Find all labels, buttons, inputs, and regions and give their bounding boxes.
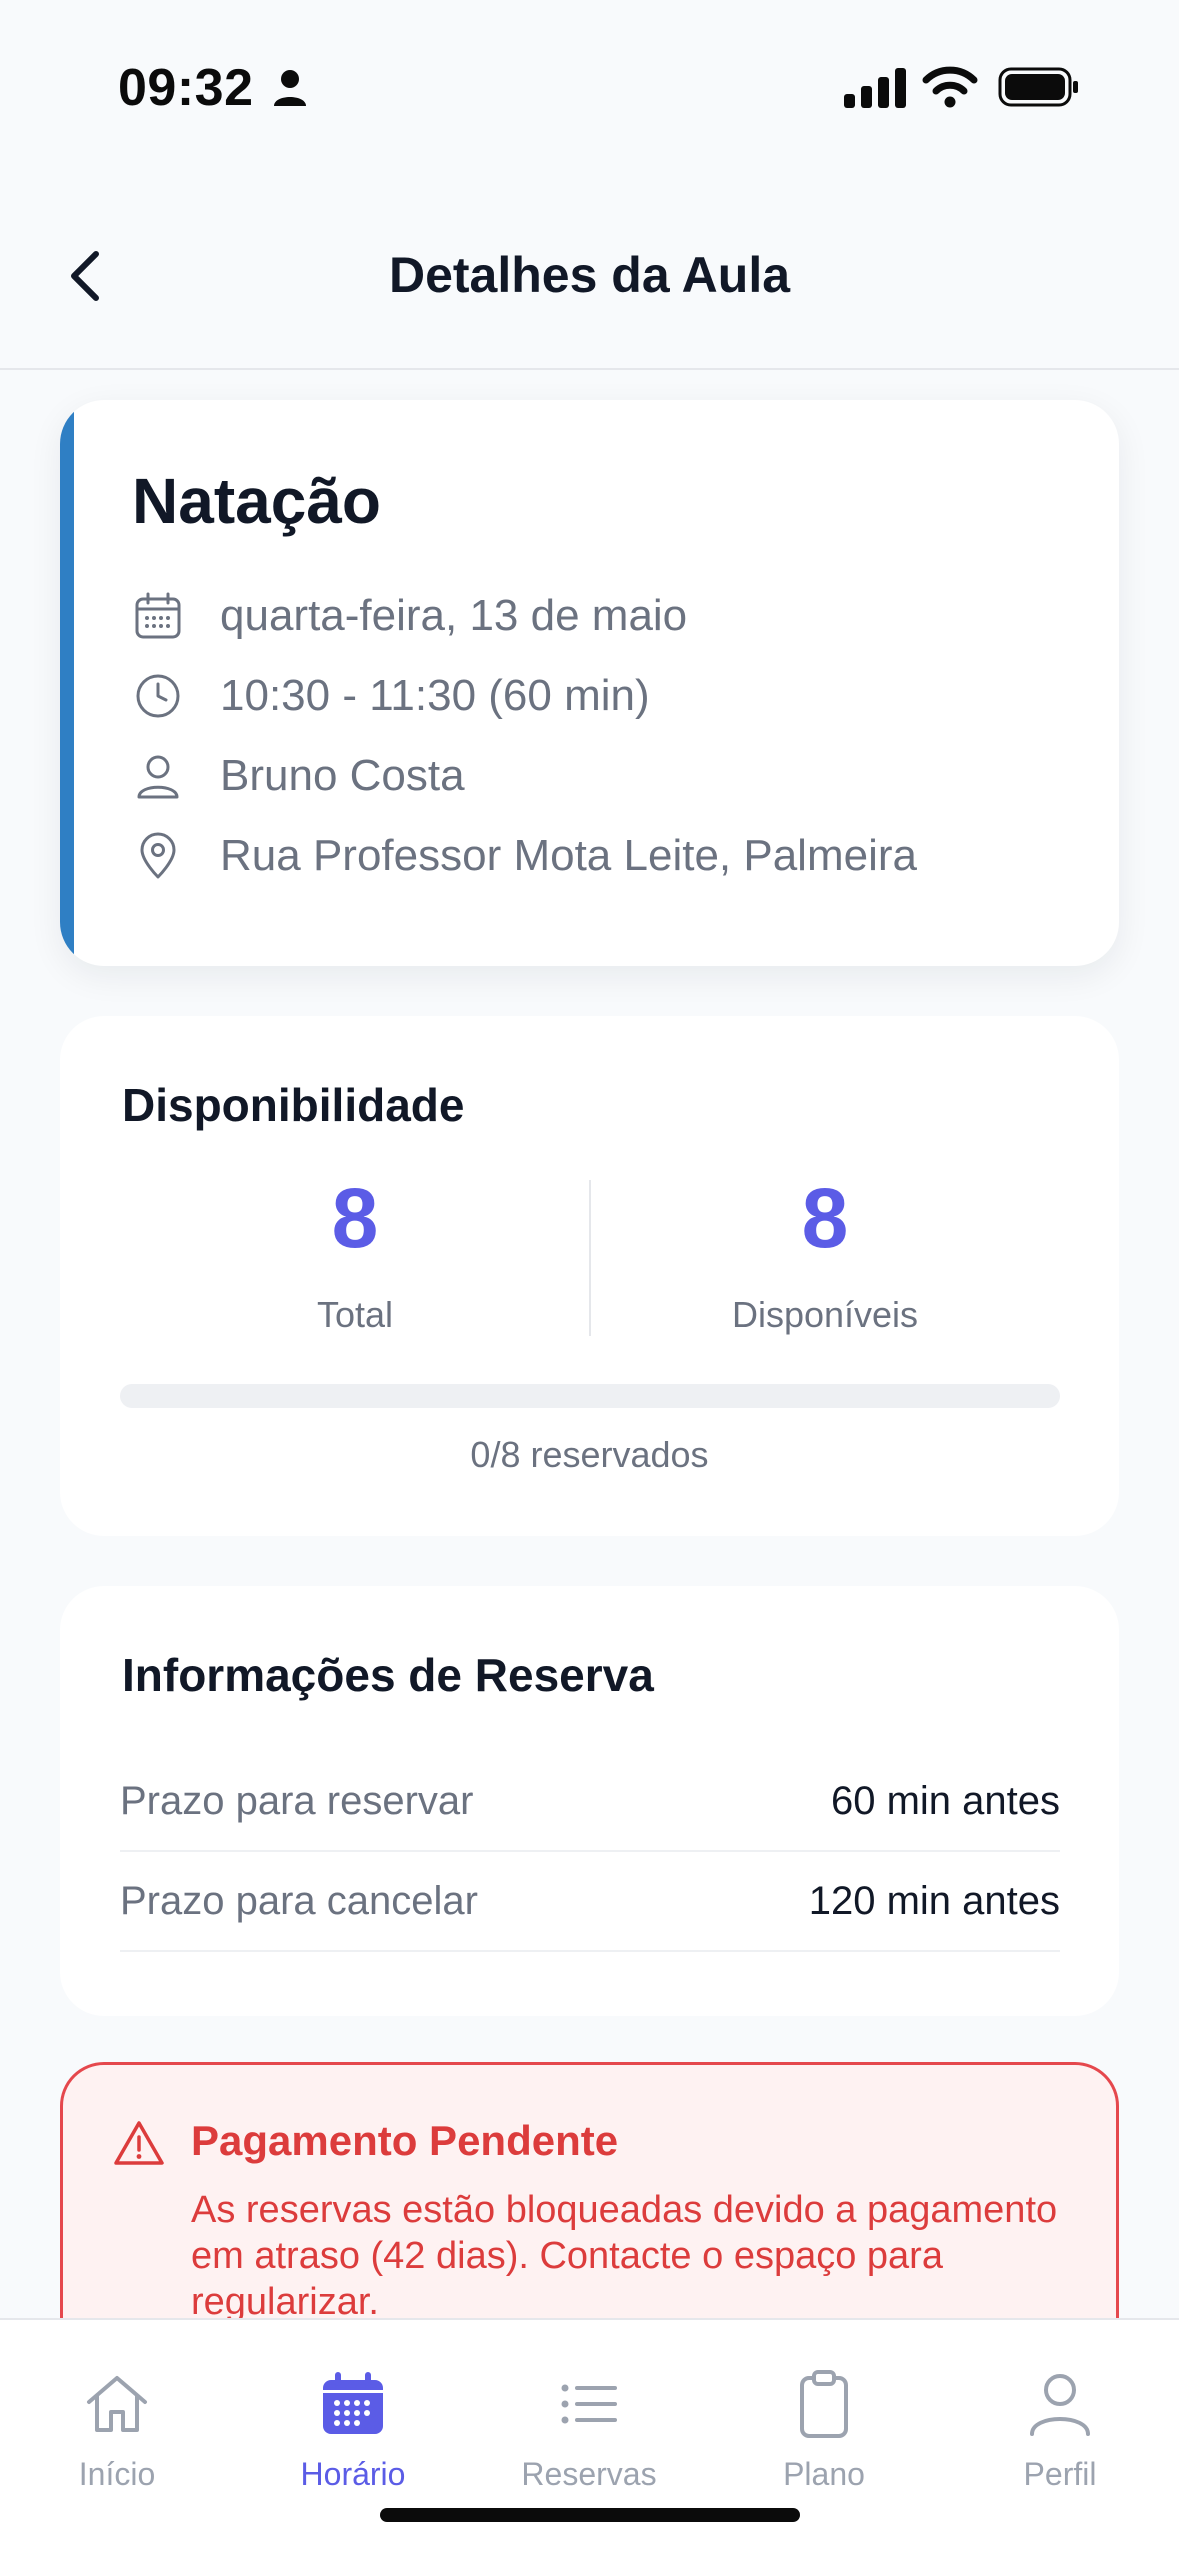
calendar-icon [323,2372,383,2434]
status-bar: 09:32 [0,0,1179,180]
calendar-icon [132,590,184,642]
class-time-row: 10:30 - 11:30 (60 min) [132,666,650,726]
tab-perfil[interactable]: Perfil [960,2368,1160,2493]
person-icon [274,70,306,106]
class-date: quarta-feira, 13 de maio [220,591,688,640]
cellular-signal-icon [844,68,906,108]
tab-perfil-label: Perfil [1023,2456,1097,2492]
page-title: Detalhes da Aula [388,247,791,303]
class-instructor: Bruno Costa [220,751,465,800]
booking-progress-bar [120,1384,1060,1408]
total-spots-value: 8 [331,1171,379,1265]
card-accent-bar [60,400,74,966]
class-location: Rua Professor Mota Leite, Palmeira [220,831,917,880]
user-icon [1030,2374,1090,2436]
available-spots-label: Disponíveis [731,1294,919,1335]
reservation-info-card: Informações de Reserva Prazo para reserv… [60,1586,1119,2016]
wifi-icon [922,66,978,108]
tab-reservas-label: Reservas [521,2456,657,2492]
map-pin-icon [132,830,184,882]
class-details-card: Natação quarta-feira, 13 de maio 10:30 -… [60,400,1119,966]
availability-card: Disponibilidade 8 Total 8 Disponíveis 0/… [60,1016,1119,1536]
battery-icon [998,67,1078,107]
booking-progress-caption: 0/8 reservados [470,1434,709,1475]
tab-horario[interactable]: Horário [253,2368,453,2493]
class-title: Natação [132,465,381,537]
alert-title: Pagamento Pendente [191,2117,619,2164]
tab-plano-label: Plano [783,2456,865,2492]
clock-icon [132,670,184,722]
class-location-row: Rua Professor Mota Leite, Palmeira [132,826,917,886]
cancel-deadline-value: 120 min antes [808,1878,1060,1923]
alert-message: As reservas estão bloqueadas devido a pa… [191,2189,1058,2323]
tab-horario-label: Horário [300,2456,406,2492]
tab-inicio-label: Início [78,2456,156,2492]
warning-icon [114,2121,164,2165]
tab-plano[interactable]: Plano [724,2368,924,2493]
list-icon [561,2384,617,2424]
booking-deadline-label: Prazo para reservar [120,1778,474,1823]
tab-inicio[interactable]: Início [17,2368,217,2493]
class-time: 10:30 - 11:30 (60 min) [220,671,650,720]
class-date-row: quarta-feira, 13 de maio [132,586,687,646]
status-time: 09:32 [118,59,254,117]
booking-deadline-row: Prazo para reservar 60 min antes [120,1752,1060,1852]
availability-title: Disponibilidade [122,1079,465,1131]
class-instructor-row: Bruno Costa [132,746,465,806]
reservation-info-title: Informações de Reserva [122,1649,654,1701]
cancel-deadline-label: Prazo para cancelar [120,1878,478,1923]
user-icon [132,750,184,802]
booking-deadline-value: 60 min antes [830,1778,1060,1823]
clipboard-icon [800,2370,848,2438]
cancel-deadline-row: Prazo para cancelar 120 min antes [120,1852,1060,1952]
available-spots-stat: 8 Disponíveis [590,1176,1060,1336]
total-spots-stat: 8 Total [120,1176,590,1336]
app-header: Detalhes da Aula [0,200,1179,370]
home-indicator[interactable] [380,2508,800,2522]
available-spots-value: 8 [801,1171,849,1265]
home-icon [87,2376,147,2432]
total-spots-label: Total [316,1294,394,1335]
tab-reservas[interactable]: Reservas [489,2368,689,2493]
